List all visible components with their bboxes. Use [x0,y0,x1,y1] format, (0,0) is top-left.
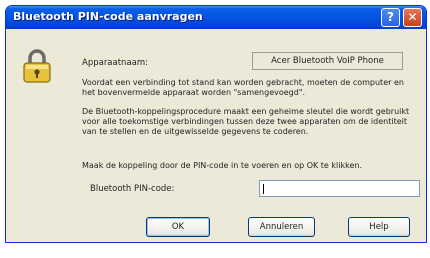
window-title: Bluetooth PIN-code aanvragen [13,10,203,23]
pin-code-label: Bluetooth PIN-code: [90,184,175,194]
title-help-button[interactable]: ? [381,8,400,27]
title-bar[interactable]: Bluetooth PIN-code aanvragen ? ✕ [6,6,426,29]
bluetooth-pin-dialog: Bluetooth PIN-code aanvragen ? ✕ Apparaa… [5,5,427,243]
device-name-label: Apparaatnaam: [82,58,149,68]
text-caret [263,184,264,194]
lock-icon [23,49,51,83]
pairing-explanation-text: De Bluetooth-koppelingsprocedure maakt e… [82,107,410,136]
pin-code-input[interactable] [259,180,420,197]
cancel-button[interactable]: Annuleren [248,217,315,237]
title-close-button[interactable]: ✕ [403,8,422,27]
ok-button[interactable]: OK [146,217,210,237]
device-name-value: Acer Bluetooth VoIP Phone [252,52,403,70]
intro-text: Voordat een verbinding tot stand kan wor… [82,78,404,97]
instruction-text: Maak de koppeling door de PIN-code in te… [82,161,362,170]
help-button[interactable]: Help [348,217,410,237]
